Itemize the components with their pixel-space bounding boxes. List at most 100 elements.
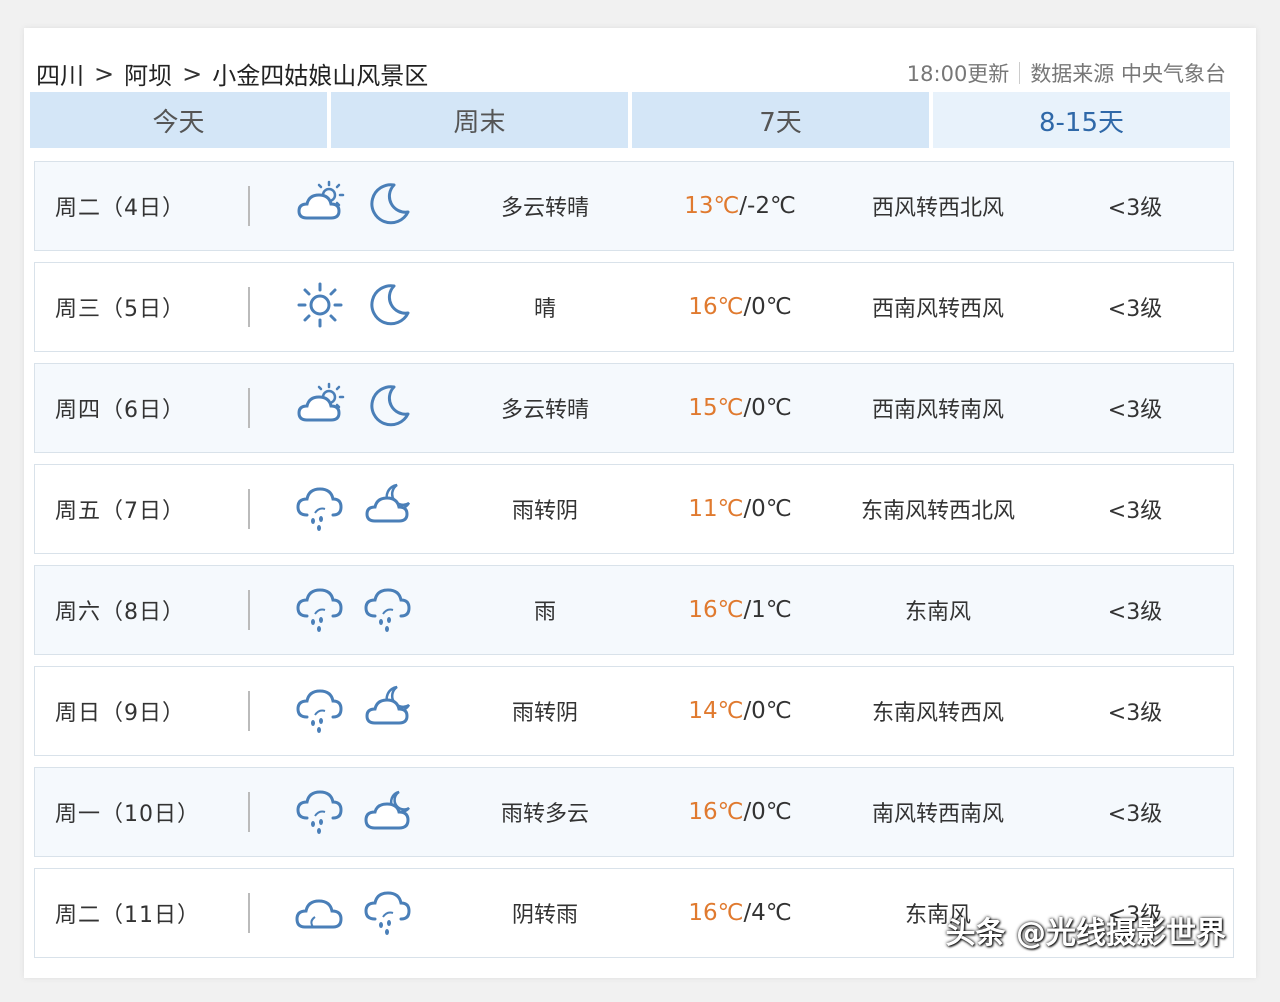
temperature: 13℃/-2℃: [645, 162, 835, 250]
forecast-row: 周五（7日） 雨转阴 11℃/0℃ 东南风转西北风 <3级: [34, 464, 1234, 554]
weather-icons: [293, 786, 413, 838]
cloudy-night-icon: [361, 481, 415, 537]
high-temp: 16℃: [688, 799, 744, 825]
wind-direction: 东南风: [904, 600, 971, 625]
forecast-panel: 四川 > 阿坝 > 小金四姑娘山风景区 18:00更新 数据来源 中央气象台 今…: [24, 28, 1256, 978]
temperature: 15℃/0℃: [645, 364, 835, 452]
low-temp: /0℃: [743, 799, 792, 825]
weather-description: 雨转多云: [500, 802, 589, 827]
moon-icon: [361, 279, 415, 335]
wind-level: <3级: [1107, 297, 1163, 322]
weather-description: 晴: [533, 297, 556, 322]
weather-description: 多云转晴: [500, 196, 589, 221]
weather-icons: [293, 180, 413, 232]
breadcrumb-separator: >: [94, 59, 115, 88]
wind-level: <3级: [1107, 802, 1163, 827]
rain-icon: [361, 582, 415, 638]
moon-icon: [361, 380, 415, 436]
low-temp: /0℃: [743, 698, 792, 724]
row-divider: [248, 691, 250, 731]
cloud-icon: [293, 885, 347, 941]
low-temp: /0℃: [743, 294, 792, 320]
row-divider: [248, 792, 250, 832]
partly-cloudy-sun-icon: [293, 178, 347, 234]
wind-level: <3级: [1107, 398, 1163, 423]
moon-icon: [361, 178, 415, 234]
rain-icon: [361, 885, 415, 941]
high-temp: 11℃: [688, 496, 744, 522]
wind-direction: 东南风转西风: [871, 701, 1004, 726]
row-divider: [248, 893, 250, 933]
partly-cloudy-sun-icon: [293, 380, 347, 436]
low-temp: /0℃: [743, 496, 792, 522]
update-time: 18:00更新: [906, 62, 1010, 86]
day-label: 周一（10日）: [55, 802, 200, 827]
rain-icon: [293, 582, 347, 638]
temperature: 11℃/0℃: [645, 465, 835, 553]
rain-icon: [293, 481, 347, 537]
partly-cloudy-night-icon: [361, 784, 415, 840]
weather-description: 雨: [533, 600, 556, 625]
day-label: 周六（8日）: [55, 600, 185, 625]
forecast-list: 周二（4日） 多云转晴 13℃/-2℃ 西风转西北风 <3级 周三（5日） 晴 …: [34, 161, 1234, 969]
wind-direction: 东南风转西北风: [860, 499, 1015, 524]
source-divider: [1019, 62, 1021, 84]
day-label: 周三（5日）: [55, 297, 185, 322]
weather-icons: [293, 584, 413, 636]
high-temp: 15℃: [688, 395, 744, 421]
low-temp: /4℃: [743, 900, 792, 926]
tab-7-days[interactable]: 7天: [632, 92, 929, 148]
weather-description: 雨转阴: [511, 701, 578, 726]
high-temp: 14℃: [688, 698, 744, 724]
temperature: 16℃/1℃: [645, 566, 835, 654]
wind-level: <3级: [1107, 701, 1163, 726]
weather-icons: [293, 281, 413, 333]
breadcrumb: 四川 > 阿坝 > 小金四姑娘山风景区: [36, 56, 428, 91]
source-label: 数据来源 中央气象台: [1030, 62, 1226, 86]
forecast-row: 周日（9日） 雨转阴 14℃/0℃ 东南风转西风 <3级: [34, 666, 1234, 756]
rain-icon: [293, 784, 347, 840]
row-divider: [248, 287, 250, 327]
day-label: 周二（11日）: [55, 903, 200, 928]
wind-level: <3级: [1107, 600, 1163, 625]
wind-level: <3级: [1107, 499, 1163, 524]
low-temp: /0℃: [743, 395, 792, 421]
weather-icons: [293, 382, 413, 434]
low-temp: /-2℃: [739, 193, 796, 219]
wind-direction: 西风转西北风: [871, 196, 1004, 221]
forecast-tabs: 今天 周末 7天 8-15天: [30, 92, 1230, 148]
day-label: 周二（4日）: [55, 196, 185, 221]
temperature: 16℃/4℃: [645, 869, 835, 957]
high-temp: 16℃: [688, 597, 744, 623]
row-divider: [248, 590, 250, 630]
weather-description: 阴转雨: [511, 903, 578, 928]
watermark: 头条 @光线摄影世界: [945, 916, 1226, 951]
high-temp: 16℃: [688, 294, 744, 320]
day-label: 周日（9日）: [55, 701, 185, 726]
forecast-row: 周四（6日） 多云转晴 15℃/0℃ 西南风转南风 <3级: [34, 363, 1234, 453]
data-source: 18:00更新 数据来源 中央气象台: [907, 58, 1226, 88]
day-label: 周四（6日）: [55, 398, 185, 423]
rain-icon: [293, 683, 347, 739]
forecast-row: 周二（4日） 多云转晴 13℃/-2℃ 西风转西北风 <3级: [34, 161, 1234, 251]
breadcrumb-city[interactable]: 阿坝: [124, 56, 172, 91]
weather-icons: [293, 887, 413, 939]
tab-8-15-days[interactable]: 8-15天: [933, 92, 1230, 148]
weather-description: 多云转晴: [500, 398, 589, 423]
breadcrumb-province[interactable]: 四川: [36, 56, 84, 91]
row-divider: [248, 388, 250, 428]
weather-icons: [293, 483, 413, 535]
breadcrumb-place: 小金四姑娘山风景区: [212, 62, 429, 90]
wind-direction: 西南风转西风: [871, 297, 1004, 322]
wind-level: <3级: [1107, 196, 1163, 221]
sun-icon: [293, 279, 347, 335]
high-temp: 16℃: [688, 900, 744, 926]
forecast-row: 周六（8日） 雨 16℃/1℃ 东南风 <3级: [34, 565, 1234, 655]
cloudy-night-icon: [361, 683, 415, 739]
tab-weekend[interactable]: 周末: [331, 92, 628, 148]
wind-direction: 西南风转南风: [871, 398, 1004, 423]
temperature: 16℃/0℃: [645, 263, 835, 351]
low-temp: /1℃: [743, 597, 792, 623]
tab-today[interactable]: 今天: [30, 92, 327, 148]
forecast-row: 周三（5日） 晴 16℃/0℃ 西南风转西风 <3级: [34, 262, 1234, 352]
